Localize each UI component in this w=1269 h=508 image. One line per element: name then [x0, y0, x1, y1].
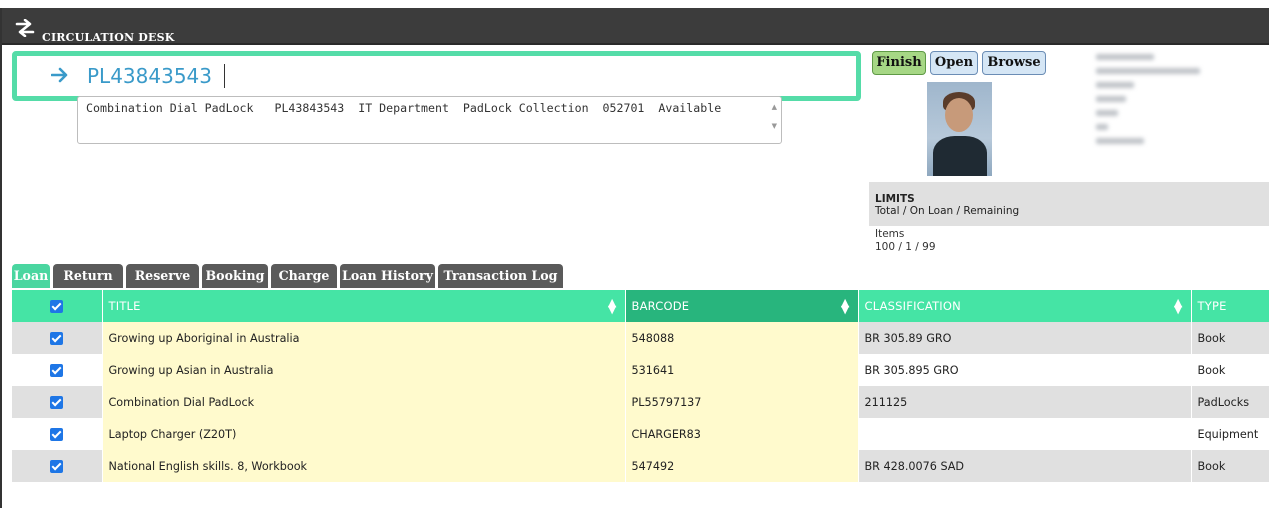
circulation-desk-window: CIRCULATION DESK Combination Dial PadLoc… [0, 8, 1269, 508]
tab-return[interactable]: Return [53, 264, 123, 288]
limits-subheading: Total / On Loan / Remaining [875, 205, 1020, 217]
limits-heading: LIMITS [875, 193, 915, 205]
cell-barcode: 547492 [625, 450, 859, 482]
tab-loan-history[interactable]: Loan History [340, 264, 435, 288]
table-row[interactable]: Combination Dial PadLock PL55797137 2111… [12, 386, 1269, 418]
row-select-cell[interactable] [12, 354, 103, 386]
scroll-down-icon[interactable]: ▼ [772, 122, 777, 130]
finish-button[interactable]: Finish [872, 51, 926, 75]
cell-type: Equipment [1191, 418, 1269, 450]
arrow-right-icon [51, 67, 68, 83]
table-row[interactable]: Growing up Asian in Australia 531641 BR … [12, 354, 1269, 386]
row-select-cell[interactable] [12, 322, 103, 354]
column-header-barcode[interactable]: BARCODE ▲ ▼ [625, 290, 859, 322]
cell-type: Book [1191, 322, 1269, 354]
tab-charge[interactable]: Charge [271, 264, 337, 288]
row-select-cell[interactable] [12, 418, 103, 450]
tab-booking[interactable]: Booking [202, 264, 268, 288]
cell-classification: BR 305.89 GRO [858, 322, 1192, 354]
open-button[interactable]: Open [930, 51, 978, 75]
limits-items-label: Items [875, 228, 905, 240]
cell-type: Book [1191, 354, 1269, 386]
patron-details-redacted [1096, 54, 1216, 164]
tab-transaction-log[interactable]: Transaction Log [438, 264, 563, 288]
suggestion-list[interactable]: Combination Dial PadLock PL43843543 IT D… [77, 96, 782, 144]
cell-barcode: PL55797137 [625, 386, 859, 418]
patron-photo [927, 82, 992, 176]
title-bar: CIRCULATION DESK [2, 8, 1269, 45]
row-select-cell[interactable] [12, 386, 103, 418]
page-title: CIRCULATION DESK [42, 31, 175, 44]
column-header-type[interactable]: TYPE [1191, 290, 1269, 322]
cell-classification: BR 305.895 GRO [858, 354, 1192, 386]
checkbox-checked-icon[interactable] [50, 427, 64, 441]
suggestion-item[interactable]: Combination Dial PadLock PL43843543 IT D… [86, 101, 721, 115]
sort-icon[interactable]: ▲ ▼ [608, 297, 617, 315]
column-header-classification[interactable]: CLASSIFICATION ▲ ▼ [858, 290, 1192, 322]
cell-title: National English skills. 8, Workbook [102, 450, 626, 482]
cell-barcode: 531641 [625, 354, 859, 386]
select-all-cell[interactable] [12, 290, 103, 322]
text-caret [224, 64, 225, 88]
limits-panel: LIMITS Total / On Loan / Remaining [869, 182, 1269, 226]
checkbox-checked-icon[interactable] [50, 331, 64, 345]
sort-icon[interactable]: ▲ ▼ [1174, 297, 1183, 315]
photo-body [933, 136, 987, 176]
photo-face [945, 98, 973, 132]
limits-items: Items 100 / 1 / 99 [875, 228, 936, 254]
cell-type: PadLocks [1191, 386, 1269, 418]
checkbox-checked-icon[interactable] [50, 300, 64, 313]
browse-button[interactable]: Browse [982, 51, 1046, 75]
cell-type: Book [1191, 450, 1269, 482]
sort-icon[interactable]: ▲ ▼ [841, 297, 850, 315]
cell-barcode: CHARGER83 [625, 418, 859, 450]
table-header-row: TITLE ▲ ▼ BARCODE ▲ ▼ CLASSIFICATION ▲ ▼ TYPE [12, 290, 1269, 322]
cell-title: Combination Dial PadLock [102, 386, 626, 418]
scan-box[interactable] [12, 51, 861, 101]
tab-loan[interactable]: Loan [12, 264, 50, 288]
checkbox-checked-icon[interactable] [50, 459, 64, 473]
checkbox-checked-icon[interactable] [50, 363, 64, 377]
cell-title: Laptop Charger (Z20T) [102, 418, 626, 450]
cell-barcode: 548088 [625, 322, 859, 354]
table-row[interactable]: Laptop Charger (Z20T) CHARGER83 Equipmen… [12, 418, 1269, 450]
cell-title: Growing up Asian in Australia [102, 354, 626, 386]
table-row[interactable]: Growing up Aboriginal in Australia 54808… [12, 322, 1269, 354]
cell-title: Growing up Aboriginal in Australia [102, 322, 626, 354]
loan-table: TITLE ▲ ▼ BARCODE ▲ ▼ CLASSIFICATION ▲ ▼ TYPE … [12, 290, 1269, 482]
checkbox-checked-icon[interactable] [50, 395, 64, 409]
scroll-up-icon[interactable]: ▲ [772, 103, 777, 111]
row-select-cell[interactable] [12, 450, 103, 482]
column-header-title[interactable]: TITLE ▲ ▼ [102, 290, 626, 322]
barcode-scan-input[interactable] [87, 57, 787, 95]
cell-classification: BR 428.0076 SAD [858, 450, 1192, 482]
cell-classification [858, 418, 1192, 450]
swap-arrows-icon [15, 19, 35, 37]
tab-reserve[interactable]: Reserve [126, 264, 199, 288]
table-row[interactable]: National English skills. 8, Workbook 547… [12, 450, 1269, 482]
cell-classification: 211125 [858, 386, 1192, 418]
limits-items-value: 100 / 1 / 99 [875, 241, 936, 253]
